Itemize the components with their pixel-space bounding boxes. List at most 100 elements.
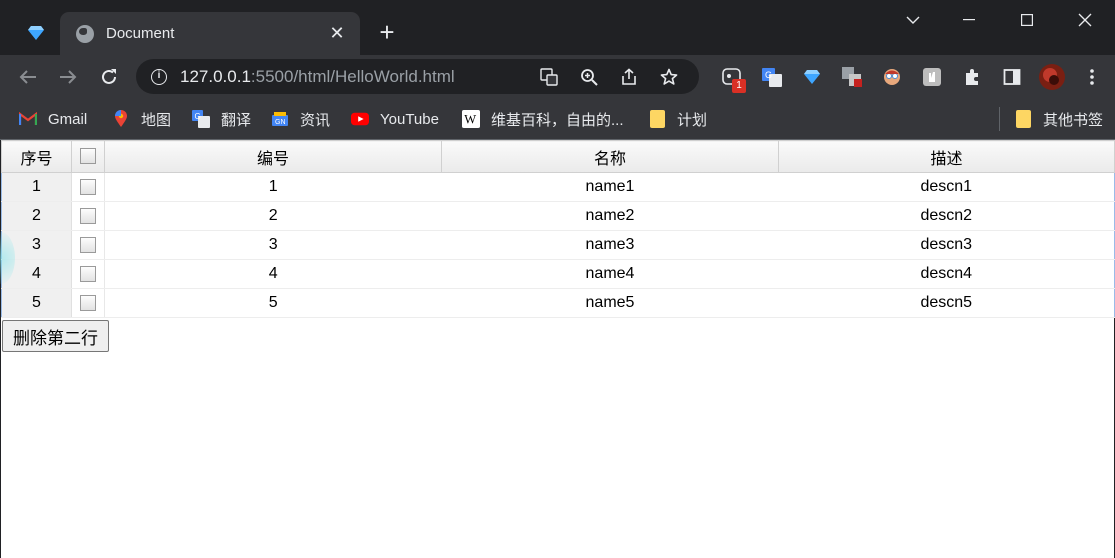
bookmark-label: 翻译 bbox=[221, 111, 252, 129]
bookmark-folder-plan[interactable]: 计划 bbox=[648, 107, 707, 131]
row-number: 1 bbox=[1, 172, 72, 202]
cell-id: 1 bbox=[104, 172, 442, 202]
cell-desc: descn4 bbox=[778, 259, 1115, 289]
back-arrow-icon bbox=[19, 70, 36, 84]
tab-strip: Document ✕ + bbox=[0, 0, 1115, 55]
svg-text:G: G bbox=[765, 70, 772, 80]
cell-name: name2 bbox=[441, 201, 779, 231]
share-icon[interactable] bbox=[609, 59, 649, 94]
bookmark-label: YouTube bbox=[380, 110, 439, 128]
extension-translate-icon[interactable]: G bbox=[752, 59, 792, 95]
url-path: :5500/html/HelloWorld.html bbox=[250, 66, 455, 86]
address-bar[interactable]: i 127.0.0.1:5500/html/HelloWorld.html bbox=[136, 59, 699, 94]
extension-hand-icon[interactable] bbox=[912, 59, 952, 95]
bookmark-gmail[interactable]: Gmail bbox=[19, 107, 87, 131]
info-icon[interactable]: i bbox=[151, 68, 167, 85]
bookmark-star-icon[interactable] bbox=[649, 59, 689, 94]
menu-kebab-icon[interactable] bbox=[1072, 59, 1112, 95]
forward-button[interactable] bbox=[52, 61, 84, 93]
bookmark-label: 计划 bbox=[677, 111, 708, 129]
tab-document[interactable]: Document ✕ bbox=[60, 12, 360, 55]
browser-chrome: Document ✕ + i 127.0.0.1:5500/html/Hello… bbox=[0, 0, 1115, 140]
header-name[interactable]: 名称 bbox=[441, 140, 779, 173]
table-row[interactable]: 5 5 name5 descn5 bbox=[1, 288, 1115, 318]
row-select-cell[interactable] bbox=[71, 201, 105, 231]
svg-text:GN: GN bbox=[275, 119, 286, 126]
minimize-button[interactable] bbox=[946, 4, 992, 36]
folder-icon bbox=[648, 110, 666, 128]
url-host: 127.0.0.1 bbox=[180, 66, 251, 86]
profile-avatar[interactable] bbox=[1032, 59, 1072, 95]
delete-second-row-button[interactable]: 删除第二行 bbox=[2, 320, 109, 352]
bookmarks-separator bbox=[999, 107, 1000, 131]
maximize-button[interactable] bbox=[1004, 4, 1050, 36]
row-number: 2 bbox=[1, 201, 72, 231]
cell-desc: descn3 bbox=[778, 230, 1115, 260]
table-row[interactable]: 3 3 name3 descn3 bbox=[1, 230, 1115, 260]
bookmark-translate[interactable]: G 翻译 bbox=[192, 107, 251, 131]
bookmark-label: 维基百科，自由的... bbox=[491, 111, 624, 129]
row-checkbox[interactable] bbox=[80, 178, 96, 195]
close-window-button[interactable] bbox=[1062, 4, 1108, 36]
row-checkbox[interactable] bbox=[80, 236, 96, 253]
reload-icon bbox=[102, 69, 116, 84]
reload-button[interactable] bbox=[93, 61, 125, 93]
zoom-icon[interactable] bbox=[569, 59, 609, 94]
globe-icon bbox=[76, 24, 94, 43]
translate-page-icon[interactable] bbox=[529, 59, 569, 94]
forward-arrow-icon bbox=[60, 70, 77, 84]
tab-search-button[interactable] bbox=[890, 4, 936, 36]
row-checkbox[interactable] bbox=[80, 207, 96, 224]
table-row[interactable]: 4 4 name4 descn4 bbox=[1, 259, 1115, 289]
page-content: 序号 编号 名称 描述 1 1 name1 descn1 2 2 name2 d… bbox=[0, 140, 1115, 558]
svg-text:G: G bbox=[195, 112, 201, 121]
cell-id: 4 bbox=[104, 259, 442, 289]
table-row[interactable]: 2 2 name2 descn2 bbox=[1, 201, 1115, 231]
bookmark-maps[interactable]: 地图 bbox=[112, 107, 171, 131]
bookmark-youtube[interactable]: YouTube bbox=[351, 107, 439, 131]
maps-icon bbox=[112, 110, 130, 128]
grid-header-row: 序号 编号 名称 描述 bbox=[1, 140, 1115, 173]
header-rownum: 序号 bbox=[1, 140, 72, 173]
cell-id: 2 bbox=[104, 201, 442, 231]
header-desc[interactable]: 描述 bbox=[778, 140, 1115, 173]
cell-desc: descn5 bbox=[778, 288, 1115, 318]
extension-diamond-icon[interactable] bbox=[792, 59, 832, 95]
bookmarks-bar: Gmail 地图 G 翻译 GN 资讯 YouTube W 维基百科，自由的..… bbox=[0, 99, 1115, 140]
extension-face-icon[interactable] bbox=[872, 59, 912, 95]
close-tab-icon[interactable]: ✕ bbox=[326, 23, 348, 44]
cell-name: name4 bbox=[441, 259, 779, 289]
row-checkbox[interactable] bbox=[80, 265, 96, 282]
svg-text:W: W bbox=[464, 113, 476, 127]
row-number: 5 bbox=[1, 288, 72, 318]
cell-desc: descn2 bbox=[778, 201, 1115, 231]
cell-id: 3 bbox=[104, 230, 442, 260]
translate-icon: G bbox=[192, 110, 210, 128]
row-select-cell[interactable] bbox=[71, 230, 105, 260]
bookmark-wikipedia[interactable]: W 维基百科，自由的... bbox=[462, 107, 624, 131]
url-text: 127.0.0.1:5500/html/HelloWorld.html bbox=[180, 67, 455, 87]
extension-cookie-icon[interactable]: 1 bbox=[712, 59, 752, 95]
header-id[interactable]: 编号 bbox=[104, 140, 442, 173]
extensions-puzzle-icon[interactable] bbox=[952, 59, 992, 95]
cell-desc: descn1 bbox=[778, 172, 1115, 202]
other-bookmarks[interactable]: 其他书签 bbox=[1014, 107, 1103, 131]
select-all-checkbox[interactable] bbox=[80, 148, 96, 165]
row-select-cell[interactable] bbox=[71, 259, 105, 289]
extension-squares-icon[interactable] bbox=[832, 59, 872, 95]
maximize-icon bbox=[1021, 14, 1033, 26]
back-button[interactable] bbox=[12, 61, 44, 93]
table-row[interactable]: 1 1 name1 descn1 bbox=[1, 172, 1115, 202]
row-checkbox[interactable] bbox=[80, 294, 96, 311]
bookmark-label: 资讯 bbox=[300, 111, 331, 129]
omnibox-actions bbox=[529, 59, 689, 94]
row-select-cell[interactable] bbox=[71, 172, 105, 202]
side-panel-icon[interactable] bbox=[992, 59, 1032, 95]
header-select-all[interactable] bbox=[71, 140, 105, 173]
row-select-cell[interactable] bbox=[71, 288, 105, 318]
cell-name: name1 bbox=[441, 172, 779, 202]
data-grid: 序号 编号 名称 描述 1 1 name1 descn1 2 2 name2 d… bbox=[1, 140, 1115, 318]
pinned-tab[interactable] bbox=[14, 14, 58, 52]
new-tab-button[interactable]: + bbox=[372, 18, 402, 48]
bookmark-news[interactable]: GN 资讯 bbox=[271, 107, 330, 131]
